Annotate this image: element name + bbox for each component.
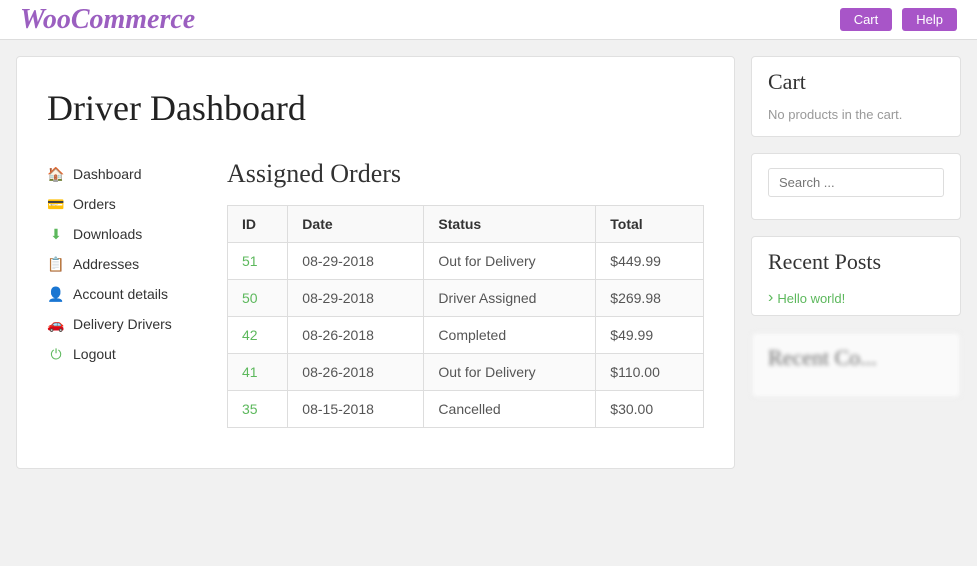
order-date-cell: 08-15-2018: [288, 391, 424, 428]
cart-widget-content: No products in the cart.: [752, 101, 960, 136]
order-date-cell: 08-26-2018: [288, 317, 424, 354]
orders-table-head: ID Date Status Total: [228, 206, 704, 243]
addresses-icon: 📋: [47, 255, 65, 273]
search-input[interactable]: [768, 168, 944, 197]
cart-widget: Cart No products in the cart.: [751, 56, 961, 137]
order-id-cell: 41: [228, 354, 288, 391]
sidebar-nav: 🏠 Dashboard 💳 Orders ⬇ Downloads 📋: [47, 159, 207, 428]
help-button[interactable]: Help: [902, 8, 957, 31]
order-status-cell: Out for Delivery: [424, 354, 596, 391]
right-sidebar: Cart No products in the cart. Recent Pos…: [751, 56, 961, 469]
nav-link-addresses[interactable]: Addresses: [73, 256, 139, 272]
page-wrapper: WooCommerce Cart Help Driver Dashboard 🏠…: [0, 0, 977, 566]
order-date-cell: 08-26-2018: [288, 354, 424, 391]
cart-widget-title: Cart: [752, 57, 960, 101]
order-id-cell: 50: [228, 280, 288, 317]
order-total-cell: $30.00: [596, 391, 704, 428]
body-area: Driver Dashboard 🏠 Dashboard 💳 Orders: [0, 40, 977, 469]
blurred-widget-title: Recent Co...: [752, 333, 960, 377]
nav-link-logout[interactable]: Logout: [73, 346, 116, 362]
nav-item-drivers[interactable]: 🚗 Delivery Drivers: [47, 309, 207, 339]
order-id-link[interactable]: 50: [242, 290, 258, 306]
nav-link-orders[interactable]: Orders: [73, 196, 116, 212]
logout-icon: ⏻: [47, 345, 65, 363]
search-widget-content: [752, 154, 960, 219]
order-date-cell: 08-29-2018: [288, 280, 424, 317]
nav-item-addresses[interactable]: 📋 Addresses: [47, 249, 207, 279]
cart-button[interactable]: Cart: [840, 8, 893, 31]
order-id-link[interactable]: 41: [242, 364, 258, 380]
recent-posts-widget: Recent Posts Hello world!: [751, 236, 961, 316]
nav-link-drivers[interactable]: Delivery Drivers: [73, 316, 172, 332]
order-status-cell: Completed: [424, 317, 596, 354]
order-status-cell: Driver Assigned: [424, 280, 596, 317]
top-bar-right: Cart Help: [840, 8, 957, 31]
table-row: 41 08-26-2018Out for Delivery$110.00: [228, 354, 704, 391]
col-id: ID: [228, 206, 288, 243]
nav-link-downloads[interactable]: Downloads: [73, 226, 142, 242]
order-date-cell: 08-29-2018: [288, 243, 424, 280]
top-bar: WooCommerce Cart Help: [0, 0, 977, 40]
order-status-cell: Out for Delivery: [424, 243, 596, 280]
order-id-cell: 42: [228, 317, 288, 354]
order-total-cell: $49.99: [596, 317, 704, 354]
nav-menu: 🏠 Dashboard 💳 Orders ⬇ Downloads 📋: [47, 159, 207, 369]
table-row: 35 08-15-2018Cancelled$30.00: [228, 391, 704, 428]
downloads-icon: ⬇: [47, 225, 65, 243]
content-area: 🏠 Dashboard 💳 Orders ⬇ Downloads 📋: [47, 159, 704, 428]
account-icon: 👤: [47, 285, 65, 303]
nav-item-dashboard[interactable]: 🏠 Dashboard: [47, 159, 207, 189]
order-id-link[interactable]: 42: [242, 327, 258, 343]
logo: WooCommerce: [20, 4, 195, 36]
orders-title: Assigned Orders: [227, 159, 704, 189]
order-total-cell: $269.98: [596, 280, 704, 317]
nav-item-orders[interactable]: 💳 Orders: [47, 189, 207, 219]
nav-link-account[interactable]: Account details: [73, 286, 168, 302]
main-panel: Driver Dashboard 🏠 Dashboard 💳 Orders: [16, 56, 735, 469]
order-id-link[interactable]: 35: [242, 401, 258, 417]
nav-item-account[interactable]: 👤 Account details: [47, 279, 207, 309]
order-id-link[interactable]: 51: [242, 253, 258, 269]
col-status: Status: [424, 206, 596, 243]
orders-icon: 💳: [47, 195, 65, 213]
recent-posts-title: Recent Posts: [752, 237, 960, 281]
orders-section: Assigned Orders ID Date Status Total 51 0…: [227, 159, 704, 428]
order-total-cell: $449.99: [596, 243, 704, 280]
order-id-cell: 35: [228, 391, 288, 428]
drivers-icon: 🚗: [47, 315, 65, 333]
col-date: Date: [288, 206, 424, 243]
page-title: Driver Dashboard: [47, 87, 704, 129]
orders-table: ID Date Status Total 5108-29-2018Out for…: [227, 205, 704, 428]
recent-post-link[interactable]: Hello world!: [752, 281, 960, 315]
blurred-widget-content: [752, 377, 960, 397]
nav-link-dashboard[interactable]: Dashboard: [73, 166, 142, 182]
nav-item-logout[interactable]: ⏻ Logout: [47, 339, 207, 369]
blurred-widget: Recent Co...: [751, 332, 961, 398]
search-widget: [751, 153, 961, 220]
order-total-cell: $110.00: [596, 354, 704, 391]
table-row: 50 08-29-2018Driver Assigned$269.98: [228, 280, 704, 317]
home-icon: 🏠: [47, 165, 65, 183]
nav-item-downloads[interactable]: ⬇ Downloads: [47, 219, 207, 249]
order-status-cell: Cancelled: [424, 391, 596, 428]
table-row: 51 08-29-2018Out for Delivery$449.99: [228, 243, 704, 280]
col-total: Total: [596, 206, 704, 243]
order-id-cell: 51: [228, 243, 288, 280]
orders-header-row: ID Date Status Total: [228, 206, 704, 243]
orders-table-body: 5108-29-2018Out for Delivery$449.995008-…: [228, 243, 704, 428]
table-row: 42 08-26-2018Completed$49.99: [228, 317, 704, 354]
